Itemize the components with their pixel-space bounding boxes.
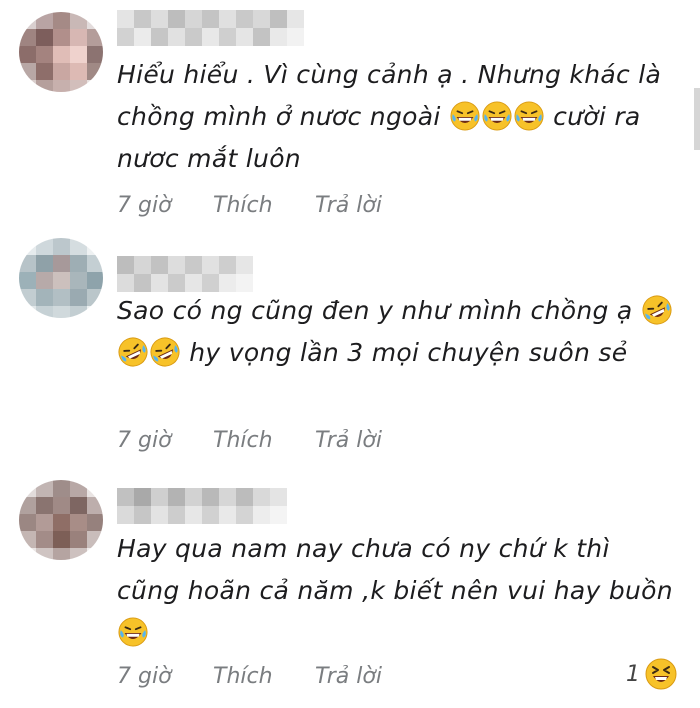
- rofl-emoji-icon: [118, 337, 148, 367]
- comment-text-part: Sao có ng cũng đen y như mình chồng ạ: [117, 296, 641, 325]
- reply-button[interactable]: Trả lời: [315, 664, 382, 689]
- rofl-emoji-icon: [150, 337, 180, 367]
- comment-text: Hay qua nam nay chưa có ny chứ k thì cũn…: [117, 528, 677, 654]
- timestamp[interactable]: 7 giờ: [117, 664, 172, 689]
- laughing-tears-emoji-icon: [514, 101, 544, 131]
- like-button[interactable]: Thích: [213, 428, 273, 453]
- author-name[interactable]: [117, 10, 307, 46]
- like-button[interactable]: Thích: [213, 193, 273, 218]
- reply-button[interactable]: Trả lời: [315, 428, 382, 453]
- reply-button[interactable]: Trả lời: [315, 193, 382, 218]
- avatar[interactable]: [19, 12, 103, 92]
- comment-text: Sao có ng cũng đen y như mình chồng ạ hy…: [117, 290, 677, 374]
- avatar[interactable]: [19, 480, 103, 560]
- avatar[interactable]: [19, 238, 103, 318]
- laughing-emoji-icon: [645, 658, 677, 690]
- author-name[interactable]: [117, 488, 292, 524]
- like-button[interactable]: Thích: [213, 664, 273, 689]
- author-name[interactable]: [117, 256, 257, 292]
- timestamp[interactable]: 7 giờ: [117, 428, 172, 453]
- comment-text-part: hy vọng lần 3 mọi chuyện suôn sẻ: [181, 338, 628, 367]
- laughing-tears-emoji-icon: [450, 101, 480, 131]
- rofl-emoji-icon: [642, 295, 672, 325]
- laughing-tears-emoji-icon: [482, 101, 512, 131]
- timestamp[interactable]: 7 giờ: [117, 193, 172, 218]
- comment-text-part: Hay qua nam nay chưa có ny chứ k thì cũn…: [117, 534, 673, 605]
- comment-text: Hiểu hiểu . Vì cùng cảnh ạ . Nhưng khác …: [117, 54, 677, 180]
- reaction-count: 1: [626, 662, 640, 687]
- laughing-tears-emoji-icon: [118, 617, 148, 647]
- scrollbar-thumb[interactable]: [694, 88, 700, 150]
- reaction-summary[interactable]: 1: [626, 658, 678, 692]
